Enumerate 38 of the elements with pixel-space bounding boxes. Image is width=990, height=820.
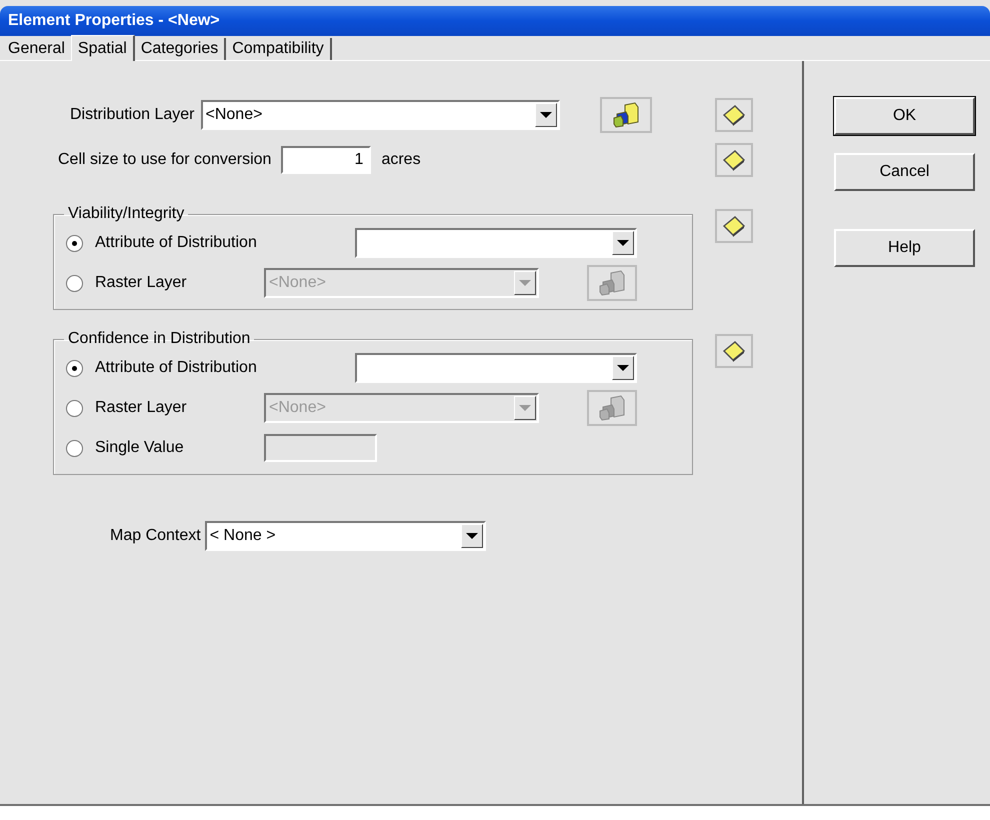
tab[interactable]: Compatibility	[226, 38, 332, 60]
layers-icon	[599, 395, 625, 421]
note-button[interactable]	[715, 98, 753, 132]
note-icon	[722, 103, 746, 127]
field-label: Cell size to use for conversion	[58, 151, 272, 169]
input-field[interactable]: 1	[281, 146, 372, 174]
tab[interactable]: Categories	[134, 38, 226, 60]
dropdown[interactable]: < None >	[204, 521, 486, 551]
group-title: Confidence in Distribution	[67, 330, 252, 348]
layers-icon	[612, 102, 638, 128]
note-button[interactable]	[715, 209, 753, 243]
tab[interactable]: General	[2, 38, 71, 60]
note-button[interactable]	[715, 143, 753, 177]
group-title: Viability/Integrity	[67, 205, 186, 223]
field-label: Map Context	[110, 527, 201, 545]
option-label: Attribute of Distribution	[95, 234, 258, 252]
dropdown[interactable]: <None>	[200, 100, 560, 130]
dialog-button[interactable]: Help	[834, 229, 975, 267]
option-label: Attribute of Distribution	[95, 359, 258, 377]
dropdown[interactable]	[355, 228, 637, 258]
layer-button[interactable]	[600, 97, 652, 133]
dialog-button[interactable]: OK	[834, 97, 975, 135]
radio-button[interactable]	[66, 360, 83, 376]
option-label: Raster Layer	[95, 399, 188, 417]
field-label: Distribution Layer	[70, 106, 194, 124]
note-icon	[722, 214, 746, 238]
window-title: Element Properties - <New>	[8, 12, 220, 30]
tab[interactable]: Spatial	[70, 35, 135, 61]
unit-label: acres	[381, 151, 421, 169]
layers-icon	[599, 270, 625, 296]
radio-button[interactable]	[66, 234, 83, 252]
dropdown[interactable]	[355, 353, 637, 383]
option-label: Raster Layer	[95, 274, 188, 292]
note-button[interactable]	[715, 334, 753, 368]
option-label: Single Value	[95, 439, 185, 457]
note-icon	[722, 339, 746, 363]
note-icon	[722, 148, 746, 172]
dialog-button[interactable]: Cancel	[834, 153, 975, 191]
